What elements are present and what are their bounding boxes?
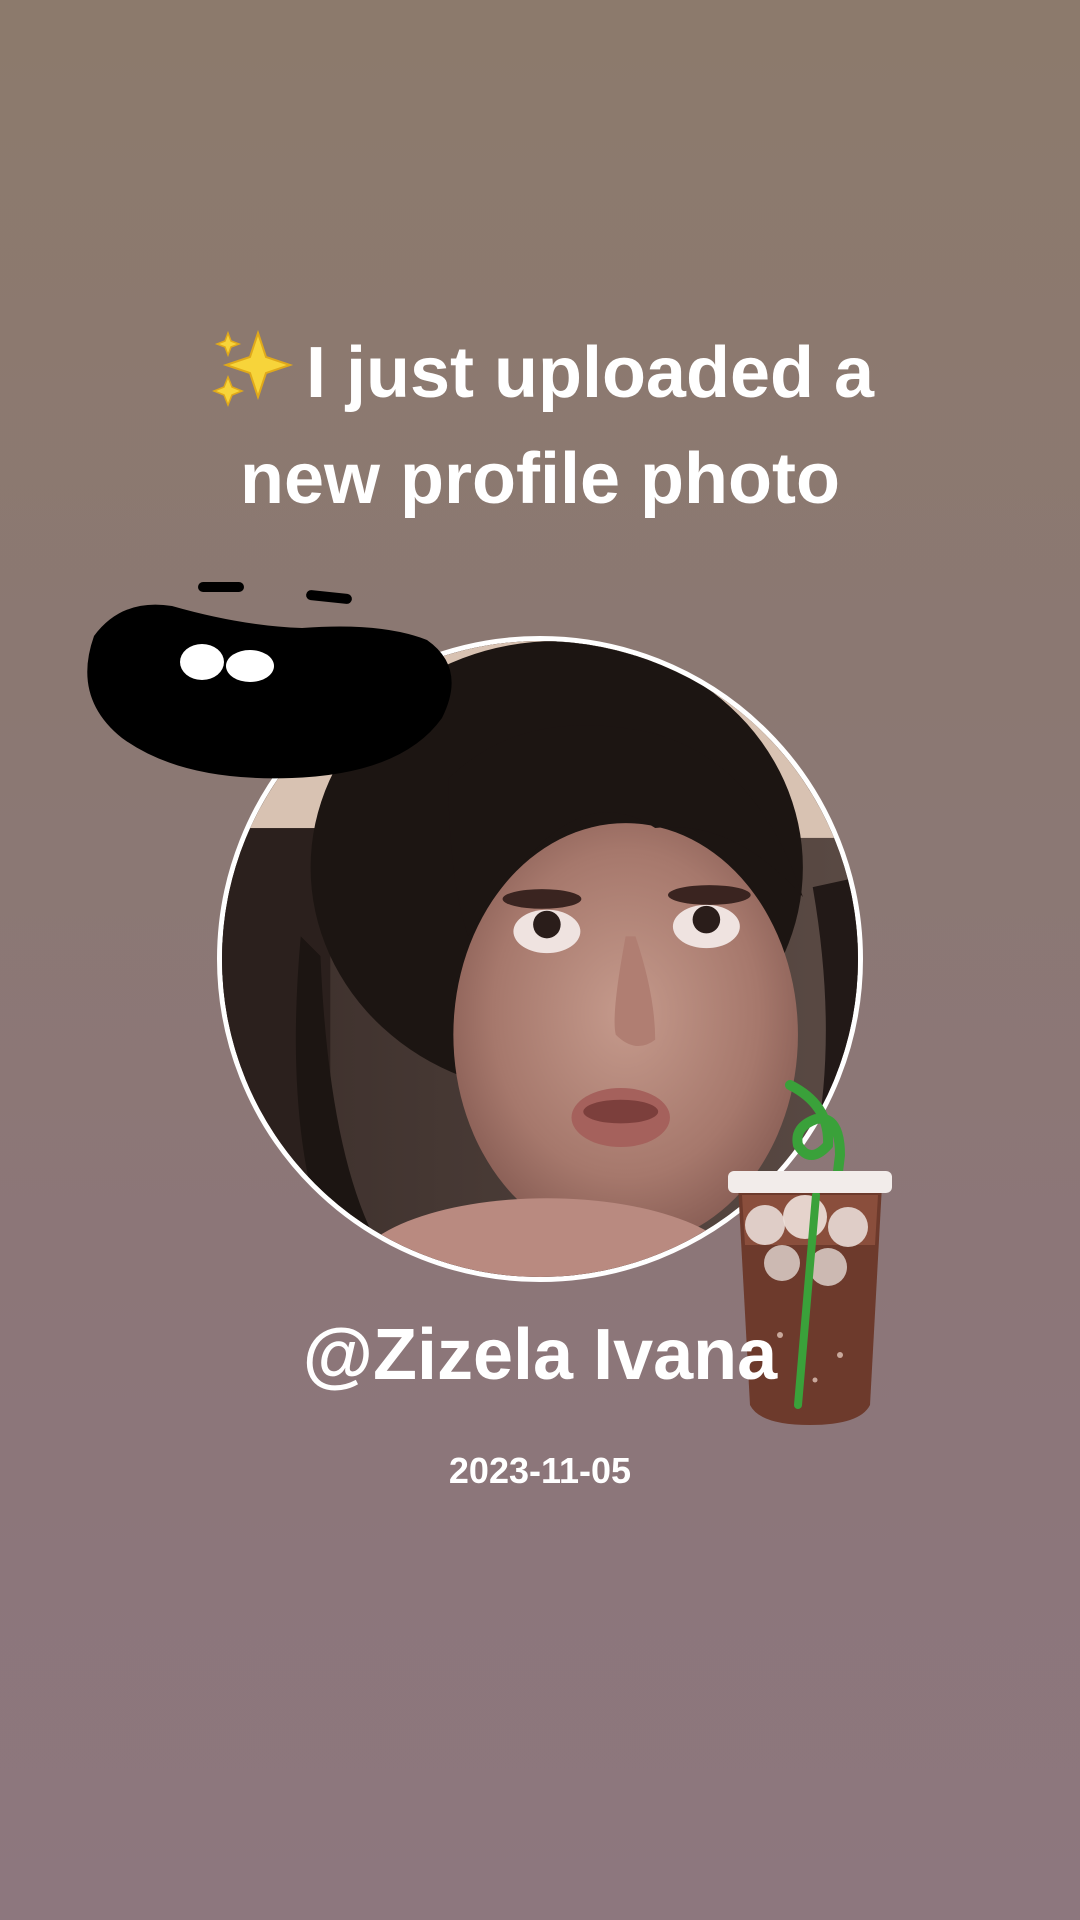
- headline: I just uploaded a new profile photo: [120, 320, 960, 532]
- sparkles-icon: [206, 327, 302, 408]
- headline-line-2: new profile photo: [240, 439, 840, 519]
- smiling-mouth-sticker: [87, 582, 452, 779]
- post-date: 2023-11-05: [448, 1450, 632, 1491]
- headline-text-1: I just uploaded a: [305, 333, 875, 413]
- headline-line-1: I just uploaded a: [120, 320, 960, 426]
- username: @Zizela Ivana: [302, 1315, 778, 1395]
